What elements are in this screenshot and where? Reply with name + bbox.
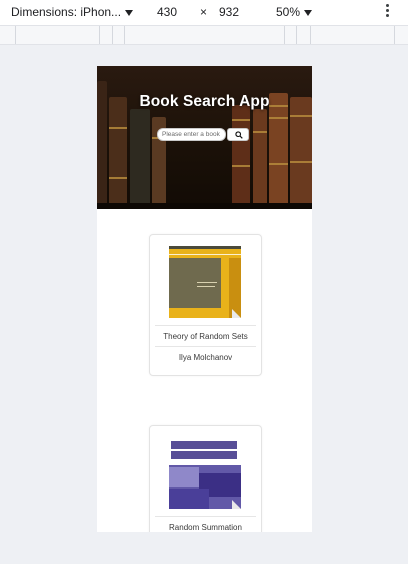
book-title: Theory of Random Sets [163, 332, 248, 341]
book-cover-image[interactable] [169, 437, 241, 509]
book-card[interactable]: Theory of Random Sets Ilya Molchanov [149, 234, 262, 376]
shelf [97, 203, 312, 209]
divider [155, 325, 256, 326]
divider [155, 346, 256, 347]
book-spine-image [130, 109, 150, 209]
page-title: Book Search App [139, 93, 270, 110]
book-cover-image[interactable] [169, 246, 241, 318]
book-spine-image [253, 109, 267, 209]
book-spine-image [109, 97, 127, 209]
height-field[interactable]: 932 [219, 5, 239, 19]
search-input[interactable] [157, 128, 226, 141]
width-field[interactable]: 430 [157, 5, 177, 19]
zoom-label: 50% [276, 5, 301, 19]
media-query-ruler[interactable] [0, 26, 408, 45]
book-author: Ilya Molchanov [178, 353, 233, 362]
divider [155, 516, 256, 517]
chevron-down-icon [125, 9, 134, 16]
times-separator: × [200, 5, 208, 19]
hero-banner: Book Search App [97, 66, 312, 209]
book-card[interactable]: Random Summation [149, 425, 262, 532]
more-vert-icon[interactable] [385, 4, 391, 19]
book-spine-image [290, 97, 312, 209]
dimensions-dropdown[interactable]: Dimensions: iPhon... [11, 5, 134, 19]
search-icon [235, 131, 243, 139]
zoom-dropdown[interactable]: 50% [276, 5, 313, 19]
device-toolbar: Dimensions: iPhon... 430 × 932 50% [0, 0, 408, 26]
search-button[interactable] [227, 128, 249, 141]
book-title: Random Summation [169, 523, 242, 532]
device-viewport: Book Search App Theory of Random Sets Il… [97, 66, 312, 532]
dimensions-label: Dimensions: iPhon... [11, 5, 122, 19]
chevron-down-icon [304, 9, 313, 16]
book-spine-image [232, 105, 250, 209]
